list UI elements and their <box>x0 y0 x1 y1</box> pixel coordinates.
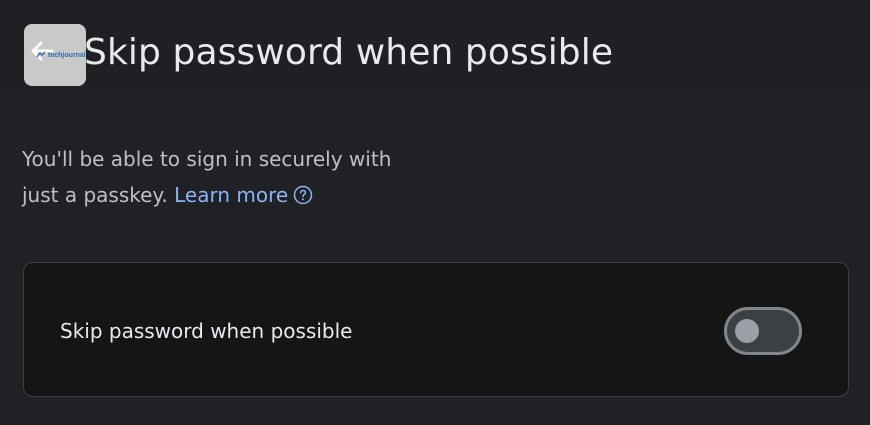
description-text: You'll be able to sign in securely with … <box>22 141 452 213</box>
watermark-text: techjournal <box>48 51 86 59</box>
page-header: techjournal Skip password when possible <box>0 0 870 94</box>
watermark-logo: techjournal <box>36 50 86 60</box>
skip-password-toggle[interactable] <box>724 307 802 355</box>
toggle-knob <box>735 319 759 343</box>
description-line-2: just a passkey. <box>22 183 168 207</box>
watermark-icon <box>36 51 46 58</box>
settings-page: techjournal Skip password when possible … <box>0 0 870 425</box>
setting-label: Skip password when possible <box>60 319 353 343</box>
page-title: Skip password when possible <box>84 32 614 73</box>
description-line-1: You'll be able to sign in securely with <box>22 147 392 171</box>
learn-more-link[interactable]: Learn more <box>174 183 288 207</box>
back-button[interactable]: techjournal <box>24 24 86 86</box>
skip-password-setting-card: Skip password when possible <box>23 262 849 397</box>
help-circle-icon[interactable] <box>293 185 313 205</box>
